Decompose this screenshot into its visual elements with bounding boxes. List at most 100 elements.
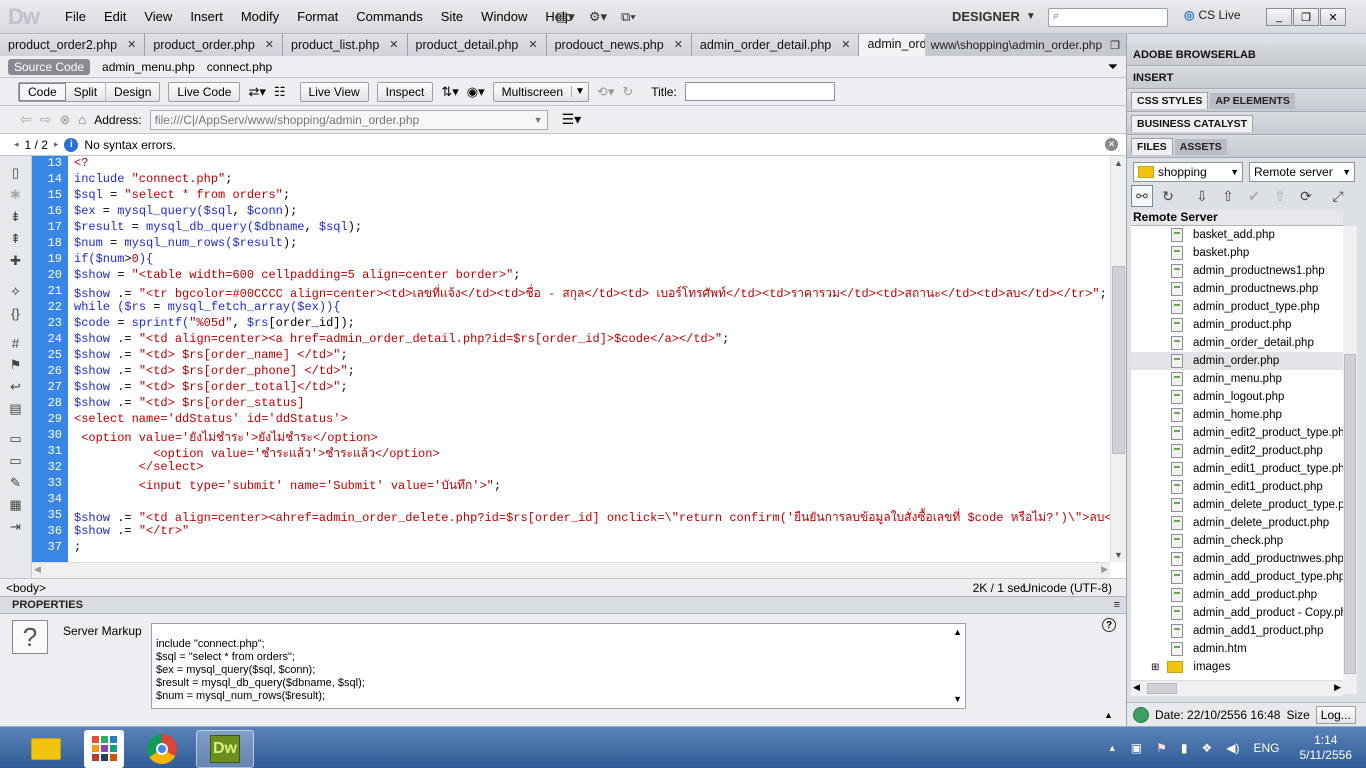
visual-aids-icon[interactable]: ☷ [274, 84, 286, 100]
file-item[interactable]: admin_edit2_product_type.php [1131, 424, 1343, 442]
tag-selector[interactable]: <body> [6, 581, 46, 595]
scroll-left-icon[interactable]: ◀ [34, 564, 41, 575]
speaker-icon[interactable]: ◀) [1226, 741, 1239, 755]
site-sitemap-icon[interactable]: ⧉▾ [621, 9, 636, 25]
file-item[interactable]: admin.htm [1131, 640, 1343, 658]
highlight-invalid-icon[interactable]: ⚑ [0, 354, 31, 376]
menu-site[interactable]: Site [432, 9, 472, 24]
code-navigator-icon[interactable]: ⇄▾ [248, 84, 265, 100]
open-documents-icon[interactable]: ▯ [0, 162, 31, 184]
connect-icon[interactable]: ⚯ [1131, 185, 1153, 207]
start-screen-icon[interactable] [84, 729, 124, 768]
tab-admin-order-detail[interactable]: admin_order_detail.php ✕ [691, 33, 860, 56]
close-icon[interactable]: ✕ [127, 38, 136, 51]
refresh-icon[interactable]: ↻ [622, 84, 633, 100]
menu-format[interactable]: Format [288, 9, 347, 24]
tab-prodouct-news[interactable]: prodouct_news.php ✕ [546, 33, 692, 56]
browserlab-panel-header[interactable]: ADOBE BROWSERLAB [1127, 44, 1366, 66]
inspect-button[interactable]: Inspect [376, 81, 434, 102]
scrollbar-thumb[interactable] [1147, 683, 1177, 694]
get-files-icon[interactable]: ⇩ [1191, 185, 1213, 207]
menu-insert[interactable]: Insert [181, 9, 232, 24]
file-management-icon[interactable]: ⇅▾ [441, 84, 458, 100]
file-item[interactable]: basket.php [1131, 244, 1343, 262]
file-item[interactable]: admin_productnews.php [1131, 280, 1343, 298]
clock[interactable]: 1:14 5/11/2556 [1300, 733, 1353, 763]
forward-arrow-icon[interactable]: ⇨ [40, 111, 52, 128]
tab-css-styles[interactable]: CSS STYLES [1131, 92, 1209, 109]
file-item[interactable]: admin_add_product.php [1131, 586, 1343, 604]
file-item[interactable]: admin_add_product - Copy.php [1131, 604, 1343, 622]
filter-icon[interactable]: ⏷ [1108, 59, 1118, 75]
file-explorer-icon[interactable] [22, 730, 70, 768]
menu-commands[interactable]: Commands [347, 9, 431, 24]
tab-assets[interactable]: ASSETS [1174, 138, 1227, 155]
close-icon[interactable]: ✕ [528, 38, 537, 51]
vertical-scrollbar[interactable]: ▲ ▼ [1110, 156, 1126, 562]
file-item[interactable]: admin_productnews1.php [1131, 262, 1343, 280]
action-center-icon[interactable]: ⚑ [1156, 741, 1167, 755]
scroll-up-icon[interactable]: ▲ [1114, 158, 1123, 168]
scroll-up-icon[interactable]: ▲ [953, 626, 962, 639]
help-icon[interactable]: ? [1102, 618, 1116, 632]
menu-view[interactable]: View [135, 9, 181, 24]
remote-server-header[interactable]: Remote Server [1131, 210, 1343, 226]
server-markup-code[interactable]: include "connect.php"; $sql = "select * … [151, 623, 966, 709]
collapse-tag-icon[interactable]: ⇟ [0, 206, 31, 228]
tab-product-order[interactable]: product_order.php ✕ [145, 33, 284, 56]
insert-panel-header[interactable]: INSERT [1127, 67, 1366, 89]
check-browser-icon[interactable]: ⟲▾ [597, 84, 614, 100]
file-item[interactable]: admin_edit1_product.php [1131, 478, 1343, 496]
tab-ap-elements[interactable]: AP ELEMENTS [1210, 92, 1295, 109]
expand-icon[interactable]: ⊞ [1151, 662, 1159, 673]
scroll-right-icon[interactable]: ▶ [1334, 682, 1341, 693]
chrome-icon[interactable] [138, 730, 186, 768]
dreamweaver-taskbar-icon[interactable]: Dw [196, 729, 254, 768]
remove-comment-icon[interactable]: ▭ [0, 450, 31, 472]
synchronize-icon[interactable]: ⟳ [1295, 185, 1317, 207]
file-item[interactable]: admin_logout.php [1131, 388, 1343, 406]
expand-all-icon[interactable]: ✚ [0, 250, 31, 272]
signal-icon[interactable]: ▮ [1181, 741, 1188, 755]
restore-icon[interactable]: ❐ [1110, 39, 1120, 52]
balance-braces-icon[interactable]: {} [0, 302, 31, 324]
input-language[interactable]: ENG [1253, 741, 1279, 755]
file-item[interactable]: admin_delete_product.php [1131, 514, 1343, 532]
tab-product-order2[interactable]: product_order2.php ✕ [0, 33, 146, 56]
panel-menu-icon[interactable]: ≡ [1114, 599, 1120, 611]
help-search-input[interactable]: ⌕ [1048, 8, 1168, 27]
log-button[interactable]: Log... [1315, 705, 1356, 724]
layout-menu-icon[interactable]: ▤▾ [556, 9, 575, 25]
workspace-switcher[interactable]: DESIGNER ▼ [952, 9, 1036, 24]
scroll-down-icon[interactable]: ▼ [1114, 550, 1123, 560]
file-item[interactable]: admin_menu.php [1131, 370, 1343, 388]
file-item[interactable]: admin_order.php [1131, 352, 1343, 370]
file-item[interactable]: admin_order_detail.php [1131, 334, 1343, 352]
maximize-button[interactable]: ❐ [1293, 8, 1319, 26]
next-icon[interactable]: ▸ [54, 139, 59, 150]
split-view-button[interactable]: Split [66, 82, 107, 101]
title-input[interactable] [684, 82, 835, 101]
chevron-down-icon[interactable]: ▼ [534, 115, 543, 125]
home-icon[interactable]: ⌂ [78, 112, 86, 127]
scroll-right-icon[interactable]: ▶ [1101, 564, 1108, 575]
file-item[interactable]: admin_edit1_product_type.php [1131, 460, 1343, 478]
view-select[interactable]: Remote server ▼ [1249, 162, 1355, 182]
code-lines[interactable]: <? include "connect.php"; $sql = "select *… [74, 156, 1110, 562]
put-files-icon[interactable]: ⇧ [1217, 185, 1239, 207]
expand-panel-icon[interactable]: ⤢ [1327, 185, 1349, 207]
menu-modify[interactable]: Modify [232, 9, 288, 24]
file-item[interactable]: admin_home.php [1131, 406, 1343, 424]
word-wrap-icon[interactable]: ↩ [0, 376, 31, 398]
extend-gear-icon[interactable]: ⚙▾ [589, 9, 607, 25]
tab-product-list[interactable]: product_list.php ✕ [283, 33, 408, 56]
file-item[interactable]: admin_check.php [1131, 532, 1343, 550]
collapse-selection-icon[interactable]: ⇞ [0, 228, 31, 250]
dropbox-icon[interactable]: ❖ [1201, 741, 1212, 755]
tab-product-detail[interactable]: product_detail.php ✕ [407, 33, 547, 56]
check-out-icon[interactable]: ✔ [1243, 185, 1265, 207]
tab-business-catalyst[interactable]: BUSINESS CATALYST [1131, 115, 1254, 132]
collapse-icon[interactable]: ▲ [1104, 710, 1113, 720]
scrollbar-thumb[interactable] [1344, 354, 1356, 674]
file-item[interactable]: admin_add1_product.php [1131, 622, 1343, 640]
